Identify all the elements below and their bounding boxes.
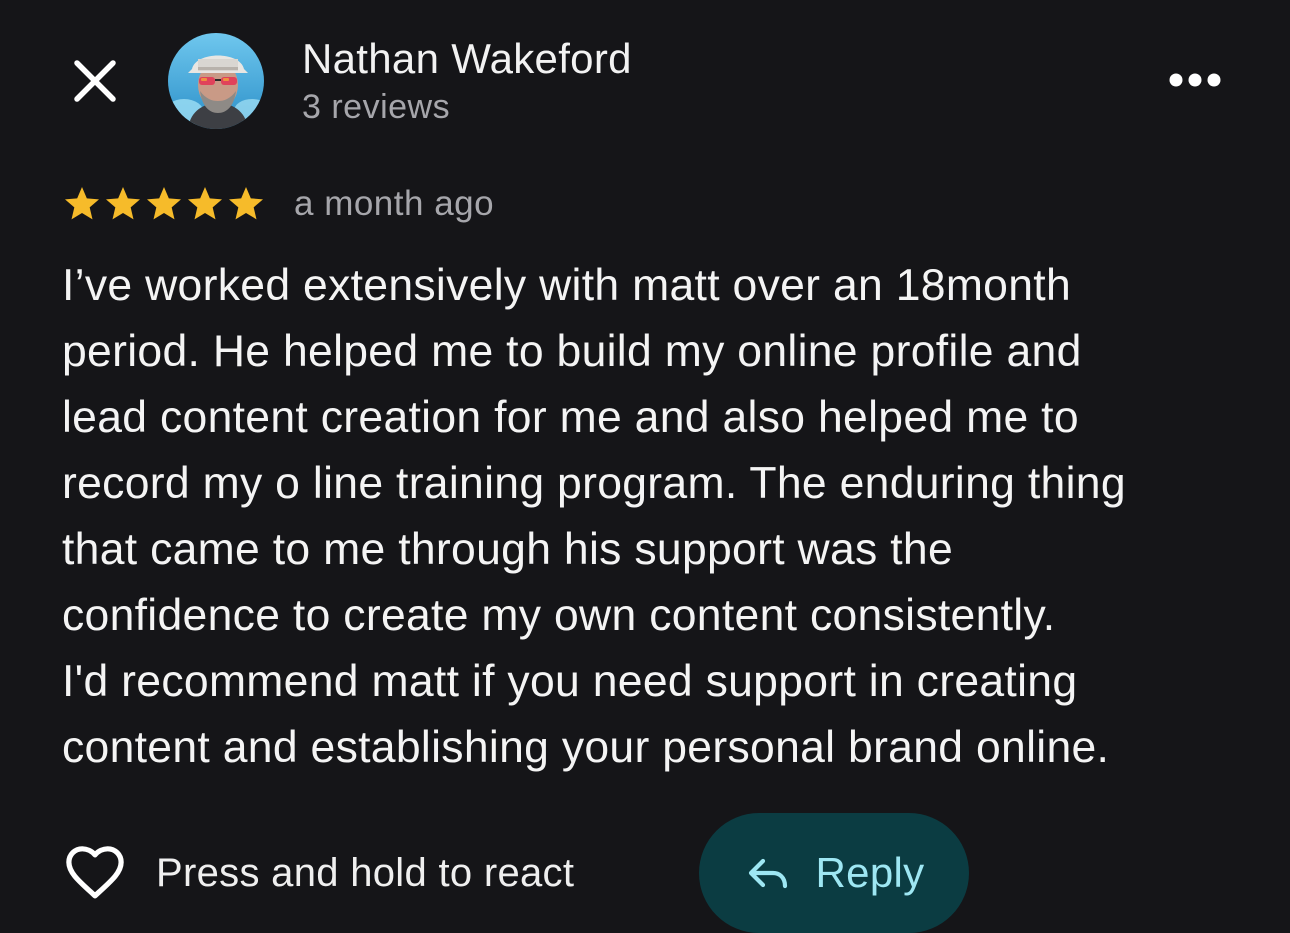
star-icon (188, 187, 222, 220)
review-text-line: lead content creation for me and also he… (62, 393, 1079, 442)
review-count: 3 reviews (302, 88, 451, 126)
heart-outline-icon (66, 846, 124, 899)
star-rating (62, 184, 266, 224)
author-name[interactable]: Nathan Wakeford (302, 34, 632, 84)
reply-button[interactable]: Reply (699, 813, 969, 933)
review-text-line: that came to me through his support was … (62, 525, 954, 574)
avatar-photo (168, 33, 264, 129)
review-text-line: period. He helped me to build my online … (62, 327, 1082, 376)
review-text-line: I'd recommend matt if you need support i… (62, 657, 1078, 706)
reply-arrow-icon (748, 858, 787, 889)
star-icon (229, 187, 263, 220)
review-text-line: I’ve worked extensively with matt over a… (62, 261, 1071, 310)
review-detail-screen: Nathan Wakeford 3 reviews a month ago I’… (0, 0, 1290, 933)
star-icon (106, 187, 140, 220)
more-horizontal-icon (1169, 73, 1221, 87)
close-button[interactable] (64, 50, 126, 112)
react-button[interactable]: Press and hold to react (62, 840, 574, 906)
review-text-line: confidence to create my own content cons… (62, 591, 1056, 640)
review-text: I’ve worked extensively with matt over a… (62, 253, 1242, 781)
more-options-button[interactable] (1160, 58, 1230, 102)
star-icon (65, 187, 99, 220)
star-icon (147, 187, 181, 220)
reply-label: Reply (815, 849, 925, 896)
review-text-line: content and establishing your personal b… (62, 723, 1110, 772)
close-icon (74, 60, 116, 102)
rating-row: a month ago (62, 180, 494, 228)
avatar[interactable] (168, 33, 264, 129)
review-text-line: record my o line training program. The e… (62, 459, 1126, 508)
react-label: Press and hold to react (156, 850, 575, 895)
review-timestamp: a month ago (294, 184, 495, 223)
